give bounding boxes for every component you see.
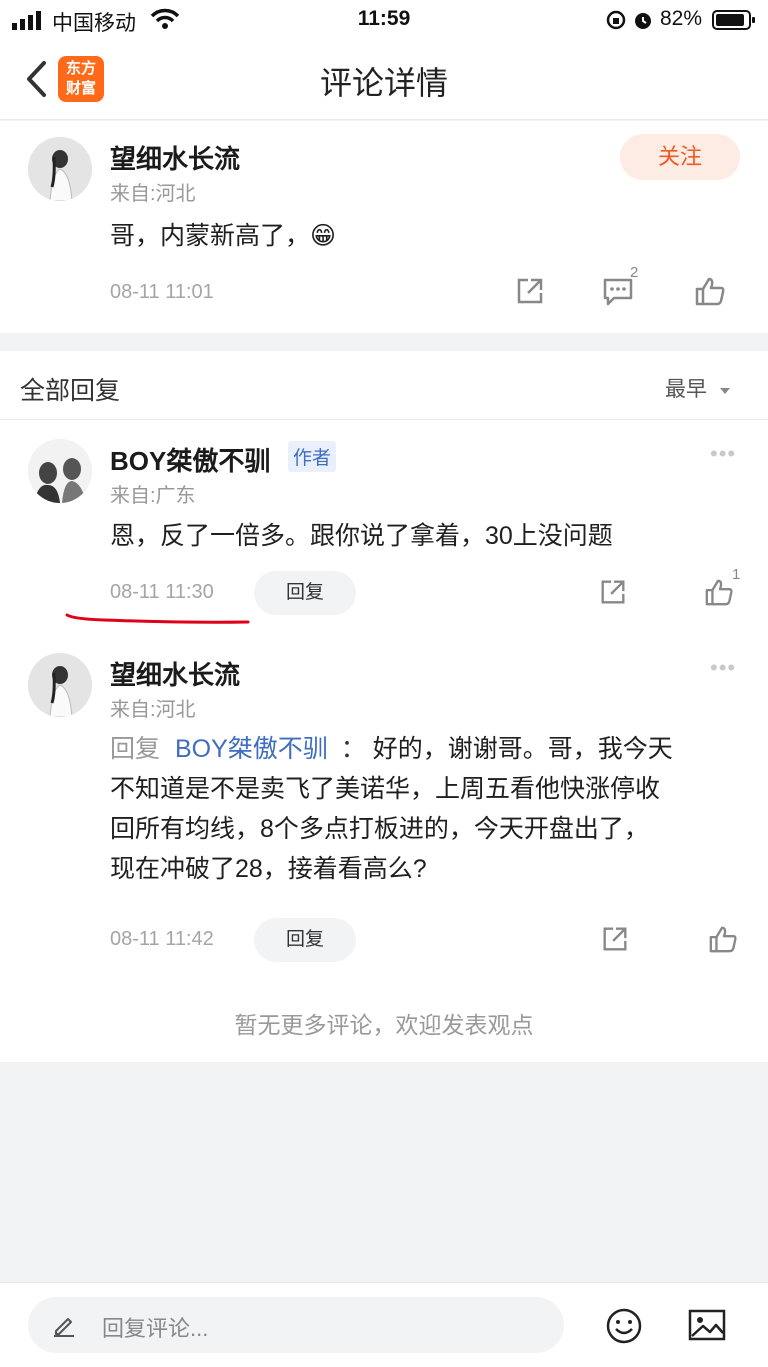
avatar[interactable] bbox=[28, 653, 92, 717]
reply-author[interactable]: 望细水长流 bbox=[110, 655, 240, 692]
comment-icon[interactable] bbox=[602, 277, 634, 307]
replies-header-title: 全部回复 bbox=[20, 377, 121, 405]
follow-button[interactable]: 关注 bbox=[620, 134, 740, 180]
reply-input-placeholder: 回复评论... bbox=[102, 1316, 209, 1341]
comment-count: 2 bbox=[630, 264, 639, 281]
pencil-icon bbox=[54, 1318, 74, 1337]
like-count: 1 bbox=[732, 566, 741, 583]
nav-bar: 东方 财富 评论详情 bbox=[0, 40, 768, 120]
comment-location: 来自:河北 bbox=[110, 183, 196, 205]
reply-text: 回复 BOY桀傲不驯 ： 好的，谢谢哥。哥，我今天 不知道是不是卖飞了美诺华，上… bbox=[110, 729, 750, 889]
emoji-icon[interactable] bbox=[605, 1307, 643, 1345]
reply-text: 恩，反了一倍多。跟你说了拿着，30上没问题 bbox=[110, 522, 613, 550]
reply-input[interactable]: 回复评论... bbox=[28, 1297, 564, 1353]
reply-to-link[interactable]: BOY桀傲不驯 bbox=[175, 735, 328, 763]
reply-time: 08-11 11:30 bbox=[110, 581, 214, 603]
share-icon[interactable] bbox=[514, 275, 546, 307]
reply-line-4: 现在冲破了28，接着看高么? bbox=[110, 855, 427, 883]
page-title: 评论详情 bbox=[319, 65, 448, 101]
avatar-image-icon bbox=[28, 439, 92, 503]
battery-icon bbox=[712, 10, 755, 30]
bottom-bar: 回复评论... bbox=[0, 1282, 768, 1367]
reply-line-1: 好的，谢谢哥。哥，我今天 bbox=[372, 735, 673, 763]
status-bar: 中国移动 11:59 82% bbox=[0, 0, 768, 40]
reply-line-2: 不知道是不是卖飞了美诺华，上周五看他快涨停收 bbox=[110, 775, 661, 803]
divider bbox=[0, 419, 768, 420]
red-underline-annotation bbox=[65, 613, 250, 624]
battery-percent: 82% bbox=[660, 7, 703, 30]
avatar-image-icon bbox=[28, 137, 92, 201]
reply-colon: ： bbox=[340, 735, 366, 763]
comment-time: 08-11 11:01 bbox=[110, 281, 214, 303]
like-icon[interactable] bbox=[708, 924, 738, 954]
author-tag: 作者 bbox=[288, 441, 337, 472]
share-icon[interactable] bbox=[598, 577, 628, 607]
orientation-lock-icon bbox=[606, 10, 626, 30]
reply-button[interactable]: 回复 bbox=[254, 918, 356, 962]
avatar-image-icon bbox=[28, 653, 92, 717]
sort-label: 最早 bbox=[665, 378, 707, 401]
reply-prefix: 回复 bbox=[110, 735, 161, 763]
more-options-icon[interactable]: ••• bbox=[710, 441, 736, 467]
share-icon[interactable] bbox=[600, 924, 630, 954]
sort-dropdown[interactable]: 最早 bbox=[665, 373, 731, 403]
no-more-comments: 暂无更多评论，欢迎发表观点 bbox=[234, 1012, 534, 1038]
reply-author[interactable]: BOY桀傲不驯 bbox=[110, 441, 270, 478]
comment-author[interactable]: 望细水长流 bbox=[110, 139, 240, 176]
avatar[interactable] bbox=[28, 439, 92, 503]
image-icon[interactable] bbox=[688, 1309, 726, 1341]
like-icon[interactable] bbox=[704, 577, 734, 607]
alarm-icon bbox=[635, 13, 651, 29]
avatar[interactable] bbox=[28, 137, 92, 201]
replies-section: 全部回复 最早 BOY桀傲不驯 作者 ••• 来自:广东 恩，反了一倍多。跟你说… bbox=[0, 351, 768, 1062]
more-options-icon[interactable]: ••• bbox=[710, 655, 736, 681]
reply-text-line: 回复 BOY桀傲不驯 ： 好的，谢谢哥。哥，我今天 bbox=[110, 729, 750, 769]
reply-button[interactable]: 回复 bbox=[254, 571, 356, 615]
reply-time: 08-11 11:42 bbox=[110, 928, 214, 950]
like-icon[interactable] bbox=[694, 275, 726, 307]
reply-line-3: 回所有均线，8个多点打板进的，今天开盘出了， bbox=[110, 815, 649, 843]
comment-text: 哥，内蒙新高了，😁 bbox=[110, 222, 337, 250]
reply-location: 来自:广东 bbox=[110, 485, 196, 507]
caret-down-icon bbox=[720, 388, 731, 394]
reply-location: 来自:河北 bbox=[110, 699, 196, 721]
